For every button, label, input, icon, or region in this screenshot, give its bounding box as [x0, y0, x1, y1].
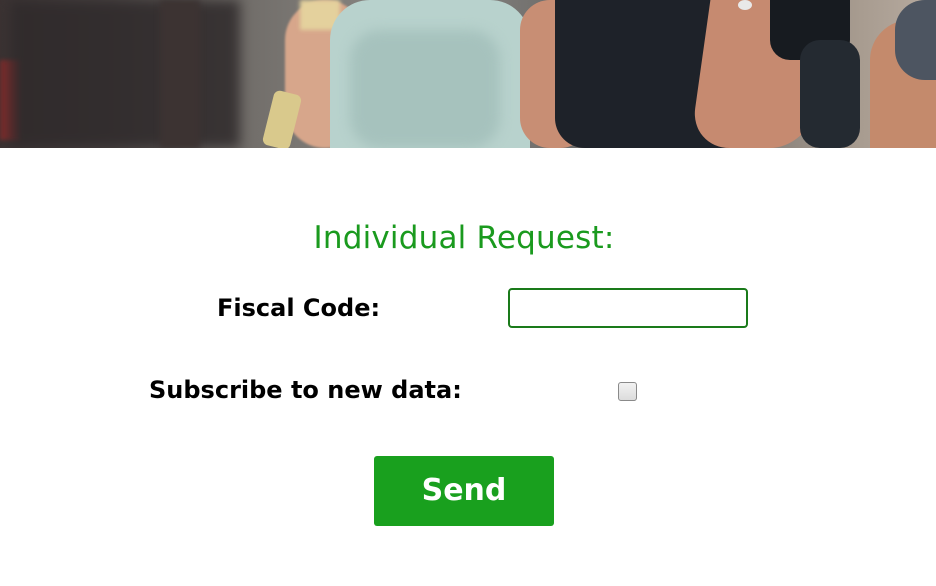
- subscribe-label: Subscribe to new data:: [149, 376, 462, 404]
- hero-person-tank-shade: [350, 30, 500, 148]
- fiscal-code-label: Fiscal Code:: [217, 294, 381, 322]
- hero-ring: [738, 0, 752, 10]
- hero-phone: [261, 89, 303, 148]
- page: Individual Request: Fiscal Code: Subscri…: [0, 0, 936, 586]
- hero-person-sleeve: [800, 40, 860, 148]
- hero-photo: [0, 0, 936, 148]
- hero-person-shirt: [895, 0, 936, 80]
- hero-background-detail: [160, 0, 200, 148]
- hero-background-detail: [10, 0, 240, 148]
- send-button[interactable]: Send: [374, 456, 554, 526]
- subscribe-checkbox[interactable]: [618, 382, 637, 401]
- form-title: Individual Request:: [313, 220, 615, 256]
- fiscal-code-input[interactable]: [508, 288, 748, 328]
